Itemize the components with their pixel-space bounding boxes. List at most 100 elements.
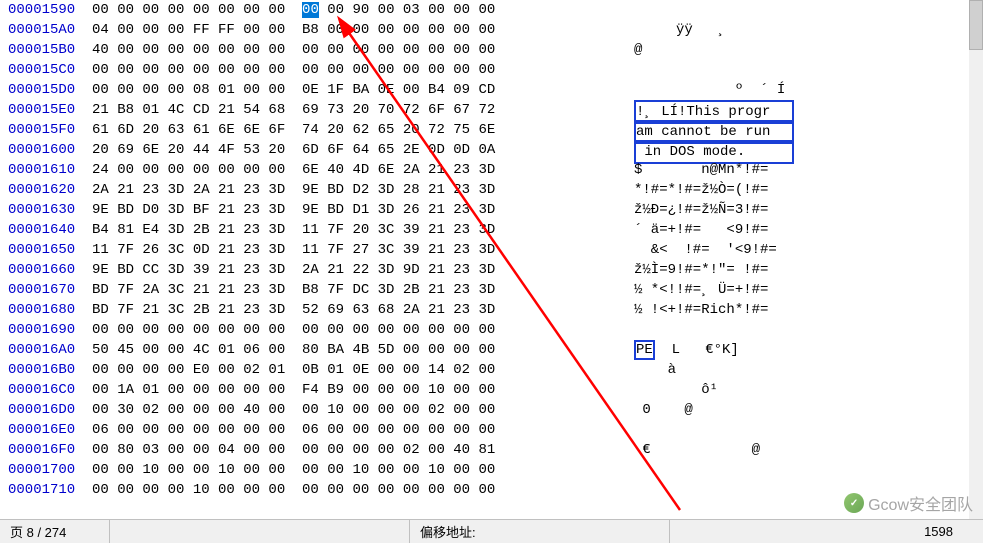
ascii-column[interactable]: [628, 60, 983, 80]
hex-row[interactable]: 000016F000 80 03 00 00 04 00 00 00 00 00…: [0, 440, 983, 460]
hex-column[interactable]: 11 7F 26 3C 0D 21 23 3D 11 7F 27 3C 39 2…: [92, 240, 628, 260]
hex-column[interactable]: 04 00 00 00 FF FF 00 00 B8 00 00 00 00 0…: [92, 20, 628, 40]
offset-column[interactable]: 00001610: [0, 160, 92, 180]
hex-row[interactable]: 000016B000 00 00 00 E0 00 02 01 0B 01 0E…: [0, 360, 983, 380]
hex-row[interactable]: 000015D000 00 00 00 08 01 00 00 0E 1F BA…: [0, 80, 983, 100]
ascii-column[interactable]: am cannot be run: [628, 120, 983, 140]
hex-row[interactable]: 000016D000 30 02 00 00 00 40 00 00 10 00…: [0, 400, 983, 420]
hex-column[interactable]: 20 69 6E 20 44 4F 53 20 6D 6F 64 65 2E 0…: [92, 140, 628, 160]
hex-column[interactable]: 21 B8 01 4C CD 21 54 68 69 73 20 70 72 6…: [92, 100, 628, 120]
hex-row[interactable]: 00001670BD 7F 2A 3C 21 21 23 3D B8 7F DC…: [0, 280, 983, 300]
offset-column[interactable]: 000015D0: [0, 80, 92, 100]
ascii-column[interactable]: [628, 0, 983, 20]
ascii-column[interactable]: [628, 480, 983, 500]
ascii-column[interactable]: @: [628, 40, 983, 60]
hex-column[interactable]: 00 1A 01 00 00 00 00 00 F4 B9 00 00 00 1…: [92, 380, 628, 400]
offset-column[interactable]: 00001640: [0, 220, 92, 240]
hex-row[interactable]: 0000165011 7F 26 3C 0D 21 23 3D 11 7F 27…: [0, 240, 983, 260]
hex-column[interactable]: 00 00 00 00 10 00 00 00 00 00 00 00 00 0…: [92, 480, 628, 500]
ascii-column[interactable]: PE L €°K]: [628, 340, 983, 360]
ascii-column[interactable]: [628, 320, 983, 340]
offset-column[interactable]: 000016B0: [0, 360, 92, 380]
hex-row[interactable]: 000016309E BD D0 3D BF 21 23 3D 9E BD D1…: [0, 200, 983, 220]
hex-column[interactable]: 00 00 10 00 00 10 00 00 00 00 10 00 00 1…: [92, 460, 628, 480]
hex-row[interactable]: 0000169000 00 00 00 00 00 00 00 00 00 00…: [0, 320, 983, 340]
hex-column[interactable]: 00 30 02 00 00 00 40 00 00 10 00 00 00 0…: [92, 400, 628, 420]
hex-column[interactable]: BD 7F 2A 3C 21 21 23 3D B8 7F DC 3D 2B 2…: [92, 280, 628, 300]
hex-column[interactable]: 00 00 00 00 08 01 00 00 0E 1F BA 0E 00 B…: [92, 80, 628, 100]
hex-column[interactable]: 9E BD D0 3D BF 21 23 3D 9E BD D1 3D 26 2…: [92, 200, 628, 220]
offset-column[interactable]: 000016F0: [0, 440, 92, 460]
hex-row[interactable]: 0000161024 00 00 00 00 00 00 00 6E 40 4D…: [0, 160, 983, 180]
hex-column[interactable]: BD 7F 21 3C 2B 21 23 3D 52 69 63 68 2A 2…: [92, 300, 628, 320]
offset-column[interactable]: 00001680: [0, 300, 92, 320]
hex-column[interactable]: 00 00 00 00 00 00 00 00 00 00 00 00 00 0…: [92, 60, 628, 80]
offset-column[interactable]: 00001600: [0, 140, 92, 160]
hex-row[interactable]: 0000170000 00 10 00 00 10 00 00 00 00 10…: [0, 460, 983, 480]
hex-row[interactable]: 000015E021 B8 01 4C CD 21 54 68 69 73 20…: [0, 100, 983, 120]
ascii-column[interactable]: 0 @: [628, 400, 983, 420]
offset-column[interactable]: 000015F0: [0, 120, 92, 140]
hex-column[interactable]: 00 80 03 00 00 04 00 00 00 00 00 00 02 0…: [92, 440, 628, 460]
hex-column[interactable]: 40 00 00 00 00 00 00 00 00 00 00 00 00 0…: [92, 40, 628, 60]
ascii-column[interactable]: *!#=*!#=ž½Ò=(!#=: [628, 180, 983, 200]
ascii-column[interactable]: ÿÿ ¸: [628, 20, 983, 40]
ascii-column[interactable]: in DOS mode.: [628, 140, 983, 160]
hex-row[interactable]: 000016E006 00 00 00 00 00 00 00 06 00 00…: [0, 420, 983, 440]
offset-column[interactable]: 00001590: [0, 0, 92, 20]
hex-row[interactable]: 000015F061 6D 20 63 61 6E 6E 6F 74 20 62…: [0, 120, 983, 140]
hex-row[interactable]: 000015B040 00 00 00 00 00 00 00 00 00 00…: [0, 40, 983, 60]
offset-column[interactable]: 00001630: [0, 200, 92, 220]
hex-row[interactable]: 000015A004 00 00 00 FF FF 00 00 B8 00 00…: [0, 20, 983, 40]
hex-row[interactable]: 000015C000 00 00 00 00 00 00 00 00 00 00…: [0, 60, 983, 80]
hex-row[interactable]: 0000160020 69 6E 20 44 4F 53 20 6D 6F 64…: [0, 140, 983, 160]
hex-row[interactable]: 0000159000 00 00 00 00 00 00 00 00 00 90…: [0, 0, 983, 20]
offset-column[interactable]: 00001670: [0, 280, 92, 300]
hex-column[interactable]: 50 45 00 00 4C 01 06 00 80 BA 4B 5D 00 0…: [92, 340, 628, 360]
ascii-column[interactable]: [628, 460, 983, 480]
offset-column[interactable]: 000015A0: [0, 20, 92, 40]
hex-column[interactable]: 06 00 00 00 00 00 00 00 06 00 00 00 00 0…: [92, 420, 628, 440]
ascii-column[interactable]: ½ *<!!#=¸ Ü=+!#=: [628, 280, 983, 300]
selected-byte[interactable]: 00: [302, 2, 319, 18]
offset-column[interactable]: 000015B0: [0, 40, 92, 60]
hex-viewer[interactable]: 0000159000 00 00 00 00 00 00 00 00 00 90…: [0, 0, 983, 515]
ascii-column[interactable]: [628, 420, 983, 440]
hex-row[interactable]: 000016609E BD CC 3D 39 21 23 3D 2A 21 22…: [0, 260, 983, 280]
hex-row[interactable]: 0000171000 00 00 00 10 00 00 00 00 00 00…: [0, 480, 983, 500]
hex-row[interactable]: 00001680BD 7F 21 3C 2B 21 23 3D 52 69 63…: [0, 300, 983, 320]
ascii-column[interactable]: ž½Ð=¿!#=ž½Ñ=3!#=: [628, 200, 983, 220]
ascii-column[interactable]: &< !#= '<9!#=: [628, 240, 983, 260]
ascii-column[interactable]: ô¹: [628, 380, 983, 400]
offset-column[interactable]: 000015C0: [0, 60, 92, 80]
hex-column[interactable]: B4 81 E4 3D 2B 21 23 3D 11 7F 20 3C 39 2…: [92, 220, 628, 240]
hex-row[interactable]: 000016A050 45 00 00 4C 01 06 00 80 BA 4B…: [0, 340, 983, 360]
hex-column[interactable]: 00 00 00 00 00 00 00 00 00 00 90 00 03 0…: [92, 0, 628, 20]
offset-column[interactable]: 000016A0: [0, 340, 92, 360]
scroll-thumb[interactable]: [969, 0, 983, 50]
offset-column[interactable]: 000016E0: [0, 420, 92, 440]
ascii-column[interactable]: !¸ LÍ!This progr: [628, 100, 983, 120]
ascii-column[interactable]: ž½Ì=9!#=*!"= !#=: [628, 260, 983, 280]
hex-column[interactable]: 61 6D 20 63 61 6E 6E 6F 74 20 62 65 20 7…: [92, 120, 628, 140]
hex-column[interactable]: 00 00 00 00 00 00 00 00 00 00 00 00 00 0…: [92, 320, 628, 340]
hex-column[interactable]: 00 00 00 00 E0 00 02 01 0B 01 0E 00 00 1…: [92, 360, 628, 380]
offset-column[interactable]: 000016C0: [0, 380, 92, 400]
hex-column[interactable]: 9E BD CC 3D 39 21 23 3D 2A 21 22 3D 9D 2…: [92, 260, 628, 280]
hex-column[interactable]: 24 00 00 00 00 00 00 00 6E 40 4D 6E 2A 2…: [92, 160, 628, 180]
offset-column[interactable]: 000015E0: [0, 100, 92, 120]
offset-column[interactable]: 00001620: [0, 180, 92, 200]
ascii-column[interactable]: º ´ Í: [628, 80, 983, 100]
offset-column[interactable]: 00001700: [0, 460, 92, 480]
offset-column[interactable]: 00001690: [0, 320, 92, 340]
offset-column[interactable]: 00001710: [0, 480, 92, 500]
offset-column[interactable]: 000016D0: [0, 400, 92, 420]
scrollbar[interactable]: [969, 0, 983, 519]
hex-row[interactable]: 000016C000 1A 01 00 00 00 00 00 F4 B9 00…: [0, 380, 983, 400]
hex-column[interactable]: 2A 21 23 3D 2A 21 23 3D 9E BD D2 3D 28 2…: [92, 180, 628, 200]
ascii-column[interactable]: $ n@Mn*!#=: [628, 160, 983, 180]
ascii-column[interactable]: ½ !<+!#=Rich*!#=: [628, 300, 983, 320]
offset-column[interactable]: 00001660: [0, 260, 92, 280]
offset-column[interactable]: 00001650: [0, 240, 92, 260]
ascii-column[interactable]: € @: [628, 440, 983, 460]
